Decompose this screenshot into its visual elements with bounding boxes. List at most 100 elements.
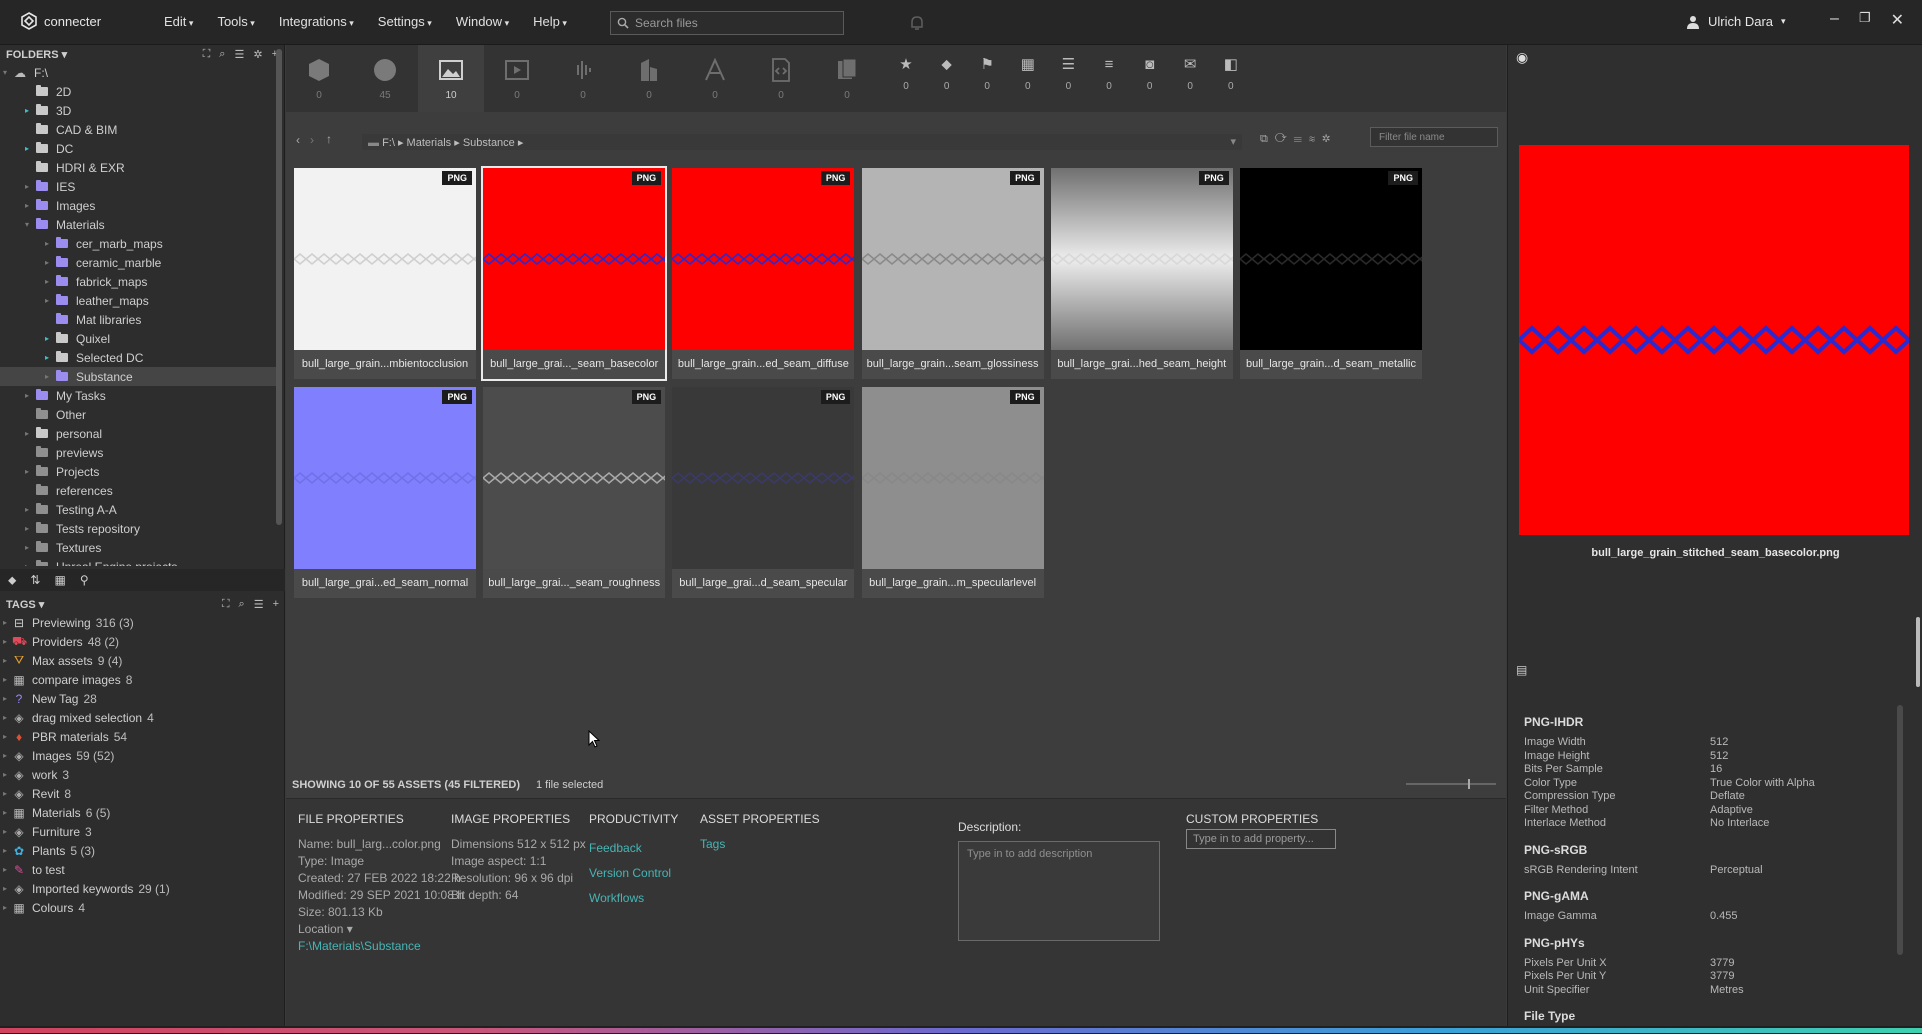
chevron-right-icon[interactable]: ▸ (22, 144, 32, 153)
folder-item[interactable]: ▸ Projects (0, 462, 280, 481)
hierarchy-tab-icon[interactable]: ⇅ (30, 573, 40, 587)
breadcrumb-drive[interactable]: F:\ (382, 137, 395, 149)
location-link[interactable]: F:\Materials\Substance (298, 938, 464, 955)
chevron-right-icon[interactable]: ▸ (0, 808, 10, 817)
filter-file-name-input[interactable]: Filter file name (1370, 127, 1498, 147)
folder-item[interactable]: ▸ DC (0, 139, 280, 158)
folder-scrollbar[interactable] (276, 49, 282, 525)
chevron-down-icon[interactable]: ▾ (22, 220, 32, 229)
folder-item[interactable]: 2D (0, 82, 280, 101)
tag-item[interactable]: ▸ ◈ Revit 8 (0, 784, 285, 803)
type-materials-button[interactable]: 45 (352, 45, 418, 112)
chevron-right-icon[interactable]: ▸ (22, 524, 32, 533)
menu-edit[interactable]: Edit (164, 14, 193, 29)
folder-item[interactable]: ▸ Quixel (0, 329, 280, 348)
tag-item[interactable]: ▸ ▦ Colours 4 (0, 898, 285, 917)
asset-card[interactable]: PNG bull_large_grain...d_seam_metallic (1240, 168, 1422, 379)
chevron-right-icon[interactable]: ▸ (0, 865, 10, 874)
folder-item[interactable]: references (0, 481, 280, 500)
folder-root[interactable]: ▾ ☁ F:\ (0, 63, 280, 82)
tags-link[interactable]: Tags (700, 836, 820, 853)
chevron-right-icon[interactable]: ▸ (42, 239, 52, 248)
folder-item[interactable]: Other (0, 405, 280, 424)
filter-toggle[interactable]: ◧ 0 (1211, 45, 1251, 112)
chevron-right-icon[interactable]: ▸ (0, 846, 10, 855)
folder-item[interactable]: ▸ personal (0, 424, 280, 443)
chevron-right-icon[interactable]: ▸ (0, 827, 10, 836)
filter-toggle[interactable]: ⚑ 0 (967, 45, 1007, 112)
chevron-right-icon[interactable]: ▸ (22, 106, 32, 115)
chevron-right-icon[interactable]: ▸ (0, 713, 10, 722)
chevron-right-icon[interactable]: ▸ (0, 675, 10, 684)
minimize-icon[interactable]: – (1830, 10, 1839, 30)
list-icon[interactable]: ☰ (234, 48, 244, 61)
folder-item[interactable]: ▸ Selected DC (0, 348, 280, 367)
notification-bell-icon[interactable] (908, 14, 926, 35)
folder-item[interactable]: CAD & BIM (0, 120, 280, 139)
chevron-right-icon[interactable]: ▸ (0, 789, 10, 798)
folder-item[interactable]: Mat libraries (0, 310, 280, 329)
folder-item[interactable]: ▸ Textures (0, 538, 280, 557)
breadcrumb-materials[interactable]: Materials (407, 137, 452, 149)
chevron-right-icon[interactable]: ▸ (0, 751, 10, 760)
folder-item[interactable]: ▸ ceramic_marble (0, 253, 280, 272)
tag-item[interactable]: ▸ ⊟ Previewing 316 (3) (0, 613, 285, 632)
tags-title[interactable]: TAGS ▾ (6, 598, 44, 611)
type-documents-button[interactable]: 0 (814, 45, 880, 112)
asset-card[interactable]: PNG bull_large_grai..._seam_basecolor (481, 166, 668, 381)
preview-image[interactable] (1519, 145, 1909, 535)
chevron-right-icon[interactable]: ▸ (22, 543, 32, 552)
type-audio-button[interactable]: 0 (550, 45, 616, 112)
tag-item[interactable]: ▸ ⛟ Providers 48 (2) (0, 632, 285, 651)
folder-item[interactable]: ▸ Tests repository (0, 519, 280, 538)
menu-integrations[interactable]: Integrations (279, 14, 354, 29)
folder-item[interactable]: ▸ Testing A-A (0, 500, 280, 519)
search-input[interactable]: Search files (610, 11, 844, 35)
tag-item[interactable]: ▸ ✎ to test (0, 860, 285, 879)
chevron-right-icon[interactable]: ▸ (42, 372, 52, 381)
tag-item[interactable]: ▸ ▦ compare images 8 (0, 670, 285, 689)
filter-toggle[interactable]: ★ 0 (886, 45, 926, 112)
tag-item[interactable]: ▸ ⛛ Max assets 9 (4) (0, 651, 285, 670)
workflows-link[interactable]: Workflows (589, 886, 678, 911)
tag-item[interactable]: ▸ ♦ PBR materials 54 (0, 727, 285, 746)
chevron-right-icon[interactable]: ▸ (0, 656, 10, 665)
chevron-right-icon[interactable]: ▸ (42, 258, 52, 267)
breadcrumb-substance[interactable]: Substance (463, 137, 515, 149)
type-fonts-button[interactable]: 0 (682, 45, 748, 112)
search-folder-icon[interactable]: ⌕ (219, 48, 225, 61)
version-control-link[interactable]: Version Control (589, 861, 678, 886)
add-property-input[interactable]: Type in to add property... (1186, 829, 1336, 849)
menu-settings[interactable]: Settings (378, 14, 432, 29)
tag-item[interactable]: ▸ ▦ Materials 6 (5) (0, 803, 285, 822)
metadata-doc-icon[interactable]: ▤ (1516, 663, 1527, 677)
folder-item[interactable]: ▸ leather_maps (0, 291, 280, 310)
chevron-right-icon[interactable]: ▸ (22, 429, 32, 438)
asset-card[interactable]: PNG bull_large_grain...seam_glossiness (861, 168, 1044, 379)
chevron-right-icon[interactable]: ▸ (0, 770, 10, 779)
chevron-right-icon[interactable]: ▸ (42, 296, 52, 305)
filter-toggle[interactable]: ◙ 0 (1130, 45, 1170, 112)
preview-scrollbar[interactable] (1916, 617, 1920, 687)
filter-toggle[interactable]: ▦ 0 (1008, 45, 1048, 112)
menu-tools[interactable]: Tools (217, 14, 254, 29)
folder-item[interactable]: ▸ IES (0, 177, 280, 196)
chevron-right-icon[interactable]: ▸ (22, 562, 32, 566)
close-icon[interactable]: ✕ (1891, 10, 1904, 30)
tag-item[interactable]: ▸ ◈ work 3 (0, 765, 285, 784)
chevron-right-icon[interactable]: ▸ (0, 884, 10, 893)
folder-item[interactable]: ▸ My Tasks (0, 386, 280, 405)
filter-toggle[interactable]: ⬥ 0 (927, 45, 967, 112)
folder-item[interactable]: ▸ Substance (0, 367, 280, 386)
restore-icon[interactable]: ❐ (1859, 10, 1871, 30)
chevron-right-icon[interactable]: ▸ (22, 391, 32, 400)
folder-item[interactable]: ▸ Unreal Engine projects (0, 557, 280, 566)
filter-toggle[interactable]: ≡ 0 (1089, 45, 1129, 112)
breadcrumb-dropdown-icon[interactable]: ▾ (1230, 135, 1236, 148)
chevron-right-icon[interactable]: ▸ (0, 694, 10, 703)
type-buildings-button[interactable]: 0 (616, 45, 682, 112)
filter-toggle[interactable]: ☰ 0 (1048, 45, 1088, 112)
filter-toggle[interactable]: ✉ 0 (1170, 45, 1210, 112)
folders-title[interactable]: FOLDERS ▾ (6, 48, 67, 61)
tag-item[interactable]: ▸ ✿ Plants 5 (3) (0, 841, 285, 860)
